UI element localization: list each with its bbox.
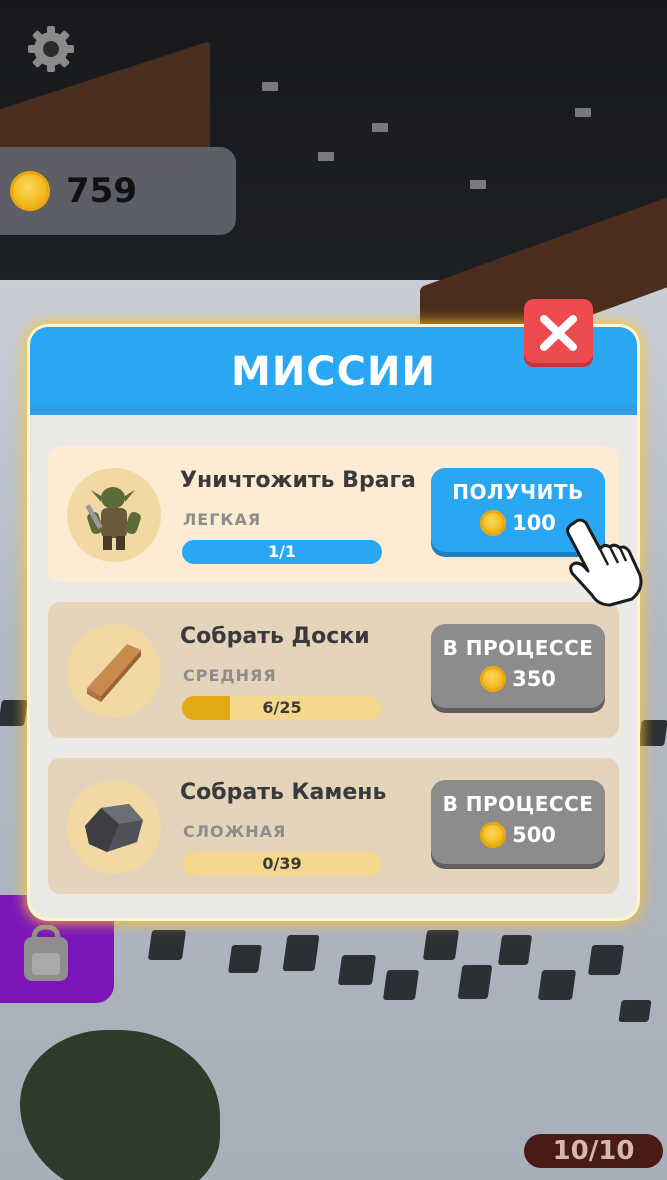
mission-card: Собрать Доски СРЕДНЯЯ 6/25 В ПРОЦЕССЕ 35…: [48, 602, 619, 738]
capacity-counter: 10/10: [524, 1134, 663, 1168]
settings-gear-icon[interactable]: [24, 22, 78, 76]
tutorial-pointer-hand-icon: [560, 515, 644, 607]
goblin-icon: [67, 468, 161, 562]
mission-card: Уничтожить Врага ЛЕГКАЯ 1/1 ПОЛУЧИТЬ 100: [48, 446, 619, 582]
reward: 350: [431, 666, 605, 692]
mission-title: Собрать Доски: [180, 624, 370, 649]
in-progress-button[interactable]: В ПРОЦЕССЕ 500: [431, 780, 605, 864]
close-icon: [540, 315, 577, 351]
wall-brick: [318, 152, 334, 161]
stone-icon: [67, 780, 161, 874]
backpack-icon: [20, 924, 72, 983]
ground-tile: [422, 930, 460, 960]
reward-amount: 350: [512, 667, 556, 691]
ground-tile: [618, 1000, 652, 1022]
mission-title: Собрать Камень: [180, 780, 387, 805]
wall-brick: [470, 180, 486, 189]
mission-progress-bar: 6/25: [182, 696, 382, 720]
ground-tile: [282, 935, 320, 971]
ground-tile: [638, 720, 667, 746]
wall-brick: [372, 123, 388, 132]
ground-tile: [497, 935, 533, 965]
mission-card: Собрать Камень СЛОЖНАЯ 0/39 В ПРОЦЕССЕ 5…: [48, 758, 619, 894]
coin-icon: [480, 666, 507, 692]
wall-brick: [575, 108, 591, 117]
mission-difficulty: СРЕДНЯЯ: [183, 666, 277, 685]
ground-tile: [457, 965, 493, 999]
missions-modal: МИССИИ Уничтожить Врага ЛЕГКАЯ 1/1 ПОЛУЧ…: [30, 327, 637, 918]
ground-tile: [0, 700, 28, 726]
coin-icon: [480, 510, 507, 536]
wall-brick: [262, 82, 278, 91]
ground-tile: [228, 945, 262, 973]
progress-text: 6/25: [262, 698, 302, 717]
mission-title: Уничтожить Врага: [180, 468, 416, 493]
reward-amount: 500: [512, 823, 556, 847]
mission-difficulty: СЛОЖНАЯ: [183, 822, 287, 841]
button-label: В ПРОЦЕССЕ: [442, 792, 594, 816]
in-progress-button[interactable]: В ПРОЦЕССЕ 350: [431, 624, 605, 708]
ground-tile: [537, 970, 577, 1000]
coin-icon: [480, 822, 507, 848]
button-label: В ПРОЦЕССЕ: [442, 636, 594, 660]
progress-text: 0/39: [262, 854, 302, 873]
reward-amount: 100: [512, 511, 556, 535]
coin-balance: 759: [66, 171, 137, 211]
ground-tile: [587, 945, 625, 975]
ground-tile: [382, 970, 420, 1000]
coin-icon: [10, 171, 50, 211]
ground-tile: [337, 955, 377, 985]
mission-difficulty: ЛЕГКАЯ: [183, 510, 262, 529]
ground-tile: [147, 930, 187, 960]
plank-icon: [67, 624, 161, 718]
progress-text: 1/1: [267, 542, 297, 561]
reward: 500: [431, 822, 605, 848]
mission-progress-bar: 1/1: [182, 540, 382, 564]
close-button[interactable]: [524, 299, 593, 367]
button-label: ПОЛУЧИТЬ: [452, 480, 584, 504]
mission-progress-bar: 0/39: [182, 852, 382, 876]
coin-balance-panel: 759: [0, 147, 236, 235]
